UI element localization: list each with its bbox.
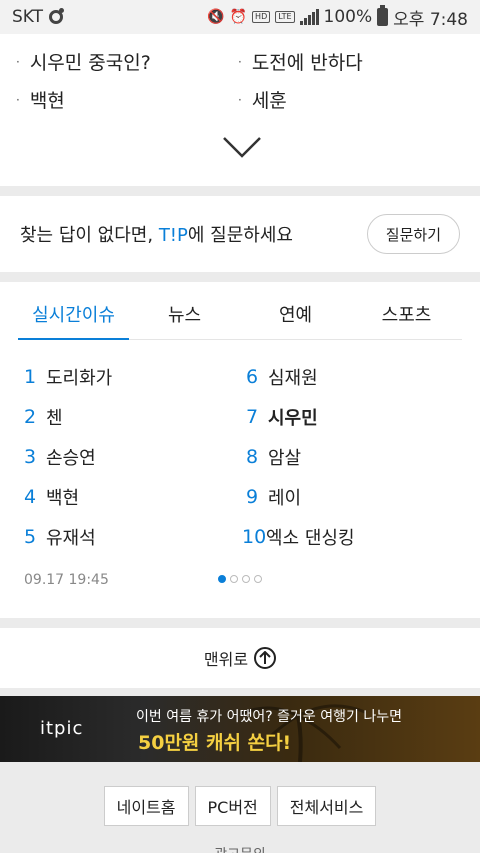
ask-tip-bar: 찾는 답이 없다면, T!P에 질문하세요 질문하기 xyxy=(0,196,480,272)
page-dot[interactable] xyxy=(254,575,262,583)
rank-item[interactable]: 9 레이 xyxy=(246,484,301,510)
back-to-top-button[interactable]: 맨위로 xyxy=(0,628,480,688)
page-indicator xyxy=(218,575,262,583)
back-to-top-label: 맨위로 xyxy=(203,650,249,669)
clock: 오후 7:48 xyxy=(393,9,468,30)
carrier: SKT xyxy=(12,7,65,27)
signal-icon xyxy=(299,9,319,25)
status-icons: 🔇 ⏰ HD LTE 100% 오후 7:48 xyxy=(207,5,468,30)
rank-item[interactable]: 5 유재석 xyxy=(24,524,96,550)
related-item[interactable]: · 백현 xyxy=(16,86,65,113)
ad-logo: itpic xyxy=(40,718,84,739)
tab-sports[interactable]: 스포츠 xyxy=(351,300,462,339)
related-item[interactable]: · 도전에 반하다 xyxy=(238,48,363,75)
related-item[interactable]: · 시우민 중국인? xyxy=(16,48,151,75)
battery-percent: 100% xyxy=(323,7,373,27)
rank-item[interactable]: 3 손승연 xyxy=(24,444,96,470)
footer: 네이트홈 PC버전 전체서비스 광고문의 xyxy=(0,768,480,853)
ask-question-button[interactable]: 질문하기 xyxy=(366,214,460,254)
pc-version-button[interactable]: PC버전 xyxy=(194,786,271,826)
rank-item[interactable]: 4 백현 xyxy=(24,484,79,510)
carrier-name: SKT xyxy=(12,7,44,27)
battery-icon xyxy=(377,5,389,26)
chevron-down-icon[interactable] xyxy=(222,136,262,158)
page-dot[interactable] xyxy=(230,575,238,583)
tip-link[interactable]: T!P xyxy=(159,225,188,246)
arrow-up-icon xyxy=(254,647,277,669)
related-searches: · 시우민 중국인? · 도전에 반하다 · 백현 · 세훈 xyxy=(0,34,480,186)
update-timestamp: 09.17 19:45 xyxy=(24,572,109,588)
issue-tabs: 실시간이슈 뉴스 연예 스포츠 xyxy=(18,300,462,340)
tab-news[interactable]: 뉴스 xyxy=(129,300,240,339)
tab-entertainment[interactable]: 연예 xyxy=(240,300,351,339)
carrier-logo-icon xyxy=(49,8,65,24)
ad-headline: 이번 여름 휴가 어땠어? 즐거운 여행기 나누면 xyxy=(136,709,402,725)
related-item[interactable]: · 세훈 xyxy=(238,86,287,113)
lte-icon: LTE xyxy=(275,11,295,23)
all-services-button[interactable]: 전체서비스 xyxy=(276,786,377,826)
ad-offer: 50만원 캐쉬 쏜다! xyxy=(138,732,292,754)
mute-icon: 🔇 xyxy=(207,9,225,25)
page-dot[interactable] xyxy=(218,575,226,583)
nate-home-button[interactable]: 네이트홈 xyxy=(103,786,189,826)
status-bar: SKT 🔇 ⏰ HD LTE 100% 오후 7:48 xyxy=(0,0,480,34)
rank-item[interactable]: 6 심재원 xyxy=(246,364,318,390)
hd-voice-icon: HD xyxy=(252,11,271,23)
rank-item[interactable]: 7 시우민 xyxy=(246,404,318,430)
alarm-icon: ⏰ xyxy=(229,9,248,25)
rank-item[interactable]: 2첸 xyxy=(24,404,63,430)
rank-item[interactable]: 10 엑소 댄싱킹 xyxy=(242,524,355,550)
rank-item[interactable]: 8 암살 xyxy=(246,444,301,470)
footer-links: 네이트홈 PC버전 전체서비스 xyxy=(0,786,480,826)
rank-item[interactable]: 1 도리화가 xyxy=(24,364,112,390)
ad-banner[interactable]: itpic 이번 여름 휴가 어땠어? 즐거운 여행기 나누면 50만원 캐쉬 … xyxy=(0,696,480,762)
realtime-issues: 실시간이슈 뉴스 연예 스포츠 1 도리화가 2첸 3 손승연 4 백현 5 유재석 6… xyxy=(0,282,480,618)
ask-prompt: 찾는 답이 없다면, T!P에 질문하세요 xyxy=(20,225,293,246)
ad-inquiry-link[interactable]: 광고문의 xyxy=(0,844,480,853)
page-dot[interactable] xyxy=(242,575,250,583)
tab-realtime[interactable]: 실시간이슈 xyxy=(18,300,129,340)
